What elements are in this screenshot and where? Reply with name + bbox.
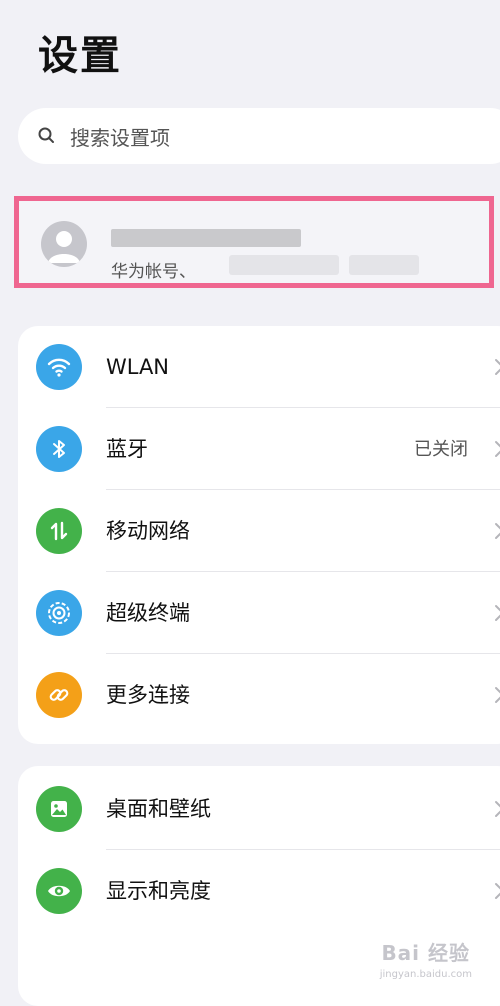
account-subtitle: 华为帐号、: [111, 262, 196, 282]
settings-item-label: 桌面和壁纸: [106, 797, 211, 821]
settings-item-label: WLAN: [106, 355, 170, 379]
chevron-right-icon: [495, 801, 500, 817]
super-device-icon: [36, 590, 82, 636]
settings-item-wlan[interactable]: WLAN: [18, 326, 500, 408]
search-input[interactable]: 搜索设置项: [70, 122, 170, 151]
person-icon: [48, 231, 80, 263]
chevron-right-icon: [495, 523, 500, 539]
settings-group-connectivity: WLAN 蓝牙 已关闭 移动网络 超级终端 更多连接: [18, 326, 500, 744]
account-subtitle-redacted-1: [229, 255, 339, 275]
account-subtitle-redacted-2: [349, 255, 419, 275]
chevron-right-icon: [495, 883, 500, 899]
bluetooth-status: 已关闭: [414, 439, 468, 460]
watermark-logo: Bai 经验: [381, 941, 470, 965]
chevron-right-icon: [495, 605, 500, 621]
mobile-data-icon: [36, 508, 82, 554]
wallpaper-icon: [36, 786, 82, 832]
settings-item-label: 更多连接: [106, 683, 190, 707]
settings-item-home-wallpaper[interactable]: 桌面和壁纸: [18, 768, 500, 850]
avatar: [41, 221, 87, 267]
settings-item-label: 移动网络: [106, 519, 190, 543]
search-icon: [36, 125, 58, 147]
settings-item-more-connections[interactable]: 更多连接: [18, 654, 500, 736]
settings-item-display-brightness[interactable]: 显示和亮度: [18, 850, 500, 932]
bluetooth-icon: [36, 426, 82, 472]
page-title: 设置: [38, 33, 122, 79]
wifi-icon: [36, 344, 82, 390]
chevron-right-icon: [495, 359, 500, 375]
settings-item-mobile-network[interactable]: 移动网络: [18, 490, 500, 572]
chevron-right-icon: [495, 441, 500, 457]
settings-item-label: 超级终端: [106, 601, 190, 625]
settings-item-label: 显示和亮度: [106, 879, 211, 903]
account-name-redacted: [111, 229, 301, 247]
search-bar[interactable]: 搜索设置项: [18, 108, 500, 164]
chevron-right-icon: [495, 687, 500, 703]
settings-item-super-device[interactable]: 超级终端: [18, 572, 500, 654]
link-icon: [36, 672, 82, 718]
account-entry[interactable]: 华为帐号、: [14, 196, 494, 288]
eye-icon: [36, 868, 82, 914]
settings-item-label: 蓝牙: [106, 437, 148, 461]
watermark-url: jingyan.baidu.com: [379, 969, 472, 980]
settings-item-bluetooth[interactable]: 蓝牙 已关闭: [18, 408, 500, 490]
